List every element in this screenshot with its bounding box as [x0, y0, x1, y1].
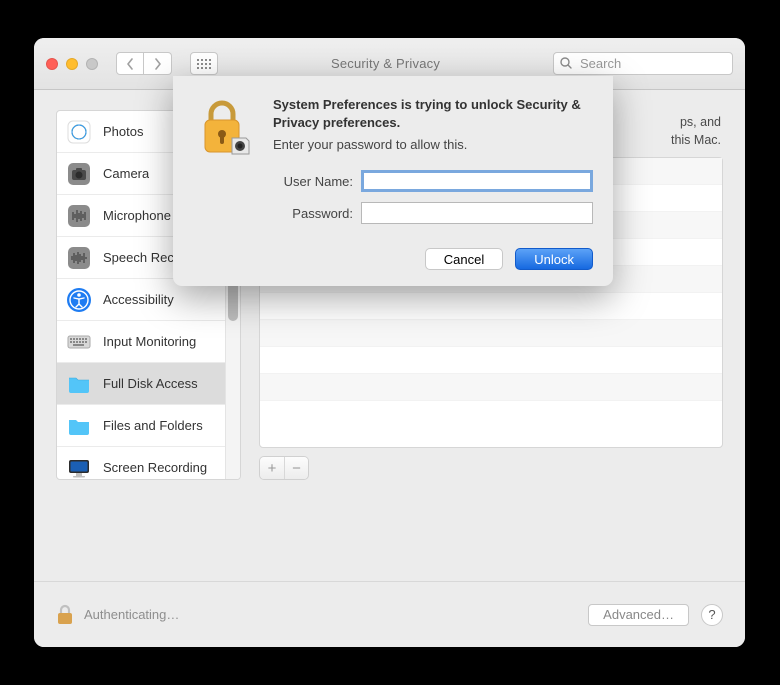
footer: Authenticating… Advanced… ? [34, 581, 745, 647]
chevron-left-icon [126, 58, 134, 70]
cancel-button[interactable]: Cancel [425, 248, 503, 270]
add-button[interactable]: + [260, 457, 284, 479]
traffic-lights [46, 58, 98, 70]
sidebar-item-label: Accessibility [103, 292, 174, 307]
sidebar-item-label: Microphone [103, 208, 171, 223]
password-input[interactable] [361, 202, 593, 224]
forward-button[interactable] [144, 52, 172, 75]
sidebar-item-files-folders[interactable]: Files and Folders [57, 405, 225, 447]
sidebar-item-input-monitoring[interactable]: Input Monitoring [57, 321, 225, 363]
search-field[interactable] [553, 52, 733, 75]
chevron-right-icon [154, 58, 162, 70]
help-button[interactable]: ? [701, 604, 723, 626]
remove-button[interactable]: − [284, 457, 308, 479]
folder-icon [65, 412, 93, 440]
auth-dialog: System Preferences is trying to unlock S… [173, 76, 613, 286]
photos-icon [65, 118, 93, 146]
username-input[interactable] [361, 170, 593, 192]
username-label: User Name: [273, 174, 353, 189]
sidebar-item-label: Photos [103, 124, 143, 139]
zoom-window-button[interactable] [86, 58, 98, 70]
lock-status[interactable]: Authenticating… [56, 604, 179, 626]
list-row [260, 347, 722, 374]
dialog-subtitle: Enter your password to allow this. [273, 137, 593, 152]
dialog-title: System Preferences is trying to unlock S… [273, 96, 593, 131]
microphone-icon [65, 202, 93, 230]
sidebar-item-label: Input Monitoring [103, 334, 196, 349]
accessibility-icon [65, 286, 93, 314]
show-all-button[interactable] [190, 52, 218, 75]
sidebar-item-label: Files and Folders [103, 418, 203, 433]
sidebar-item-label: Screen Recording [103, 460, 207, 475]
sidebar-item-full-disk-access[interactable]: Full Disk Access [57, 363, 225, 405]
display-icon [65, 454, 93, 480]
close-window-button[interactable] [46, 58, 58, 70]
add-remove-controls: + − [259, 456, 723, 480]
minimize-window-button[interactable] [66, 58, 78, 70]
window-title: Security & Privacy [228, 56, 543, 71]
search-input[interactable] [553, 52, 733, 75]
list-row [260, 374, 722, 401]
search-icon [559, 56, 573, 70]
lock-icon [56, 604, 74, 626]
nav-back-forward [116, 52, 172, 75]
grid-icon [197, 59, 211, 69]
unlock-button[interactable]: Unlock [515, 248, 593, 270]
folder-icon [65, 370, 93, 398]
list-row [260, 293, 722, 320]
lock-status-text: Authenticating… [84, 607, 179, 622]
advanced-button[interactable]: Advanced… [588, 604, 689, 626]
keyboard-icon [65, 328, 93, 356]
camera-icon [65, 160, 93, 188]
sidebar-item-label: Camera [103, 166, 149, 181]
password-label: Password: [273, 206, 353, 221]
lock-dialog-icon [193, 96, 257, 160]
list-row [260, 320, 722, 347]
sidebar-item-screen-recording[interactable]: Screen Recording [57, 447, 225, 479]
speech-icon [65, 244, 93, 272]
back-button[interactable] [116, 52, 144, 75]
sidebar-item-label: Full Disk Access [103, 376, 198, 391]
